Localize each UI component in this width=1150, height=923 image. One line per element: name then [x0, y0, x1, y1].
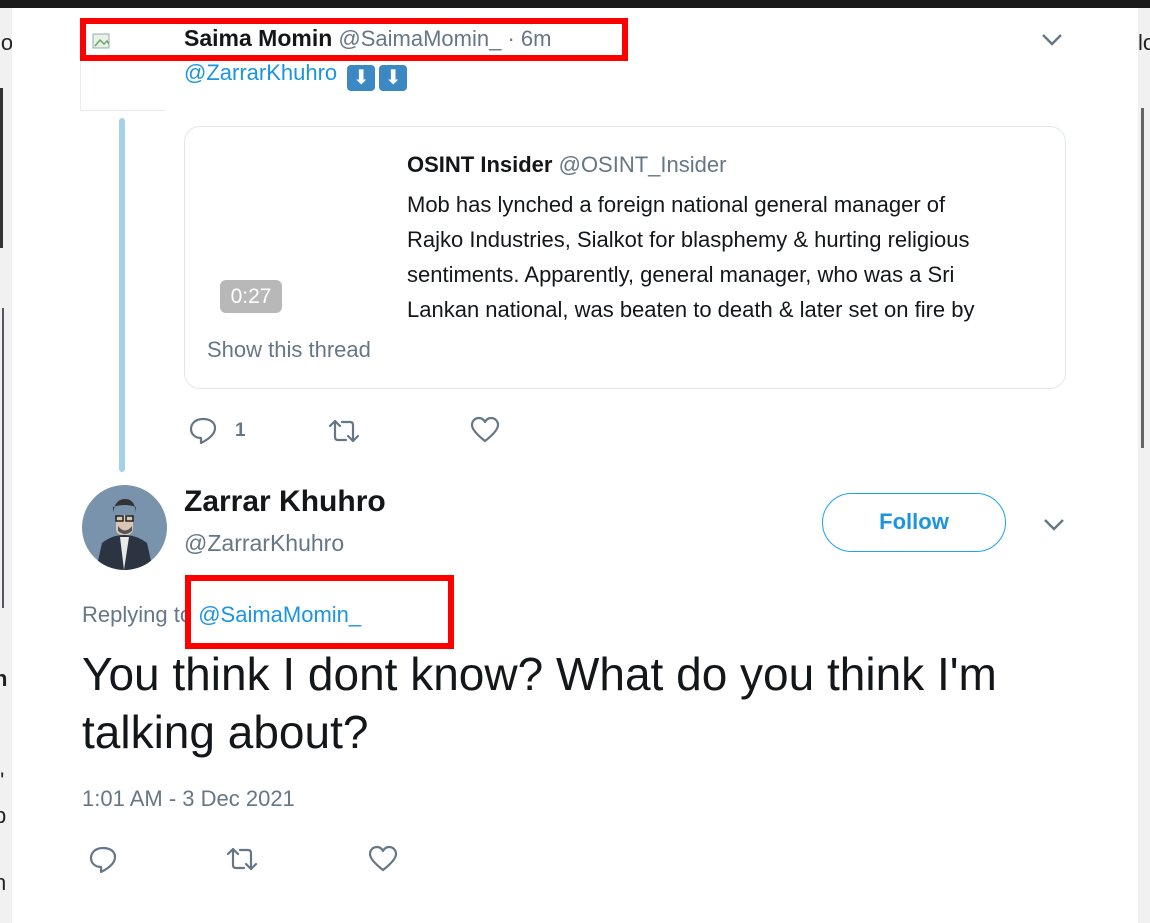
edge-fragment: h — [0, 666, 8, 691]
quoted-text-line: Lankan national, was beaten to death & l… — [407, 297, 975, 322]
edge-fragment: p — [0, 803, 7, 828]
main-text-line: talking about? — [82, 706, 369, 758]
thread-connector-line — [119, 118, 125, 472]
edge-sketch — [1141, 108, 1144, 448]
edge-fragment: lo — [1138, 30, 1150, 55]
reply-icon[interactable] — [188, 416, 218, 444]
edge-sketch — [2, 308, 4, 608]
reply-icon[interactable] — [88, 845, 118, 873]
quoted-text-line: sentiments. Apparently, general manager,… — [407, 262, 955, 287]
quoted-author-handle[interactable]: @OSINT_Insider — [559, 152, 727, 177]
reply-count: 1 — [235, 420, 246, 441]
quoted-text-line: Rajko Industries, Sialkot for blasphemy … — [407, 227, 970, 252]
quoted-text-line: Mob has lynched a foreign national gener… — [407, 192, 946, 217]
main-text-line: You think I dont know? What do you think… — [82, 648, 997, 700]
highlight-box — [80, 18, 628, 61]
replying-prefix: Replying to — [82, 602, 193, 627]
edge-fragment: h — [0, 870, 7, 895]
quoted-tweet-text: Mob has lynched a foreign national gener… — [407, 187, 1047, 327]
edge-fragment: t' — [0, 768, 5, 793]
top-tweet-text: @ZarrarKhuhro ⬇ ⬇ — [184, 60, 408, 91]
edge-sketch — [0, 88, 3, 248]
down-arrow-emoji: ⬇ — [379, 65, 408, 91]
tweet-timestamp[interactable]: 1:01 AM - 3 Dec 2021 — [82, 786, 295, 812]
follow-button[interactable]: Follow — [822, 493, 1006, 552]
chevron-down-icon[interactable] — [1042, 515, 1066, 535]
mention-link[interactable]: @ZarrarKhuhro — [184, 60, 337, 85]
retweet-icon[interactable] — [226, 845, 258, 873]
highlight-box — [185, 575, 454, 649]
heart-icon[interactable] — [368, 845, 398, 873]
down-arrow-emoji: ⬇ — [347, 65, 376, 91]
quoted-tweet-header: OSINT Insider @OSINT_Insider — [407, 152, 726, 178]
retweet-icon[interactable] — [328, 417, 360, 445]
left-background-page: lo h t' p t h — [0, 8, 12, 923]
avatar[interactable] — [82, 485, 167, 575]
main-author-name[interactable]: Zarrar Khuhro — [184, 485, 386, 519]
main-author-handle[interactable]: @ZarrarKhuhro — [184, 530, 344, 557]
heart-icon[interactable] — [470, 416, 500, 444]
edge-fragment: lo — [0, 30, 12, 55]
right-background-page: lo — [1138, 8, 1150, 923]
quoted-author-name[interactable]: OSINT Insider — [407, 152, 552, 177]
main-tweet-text: You think I dont know? What do you think… — [82, 645, 1122, 761]
show-thread-link[interactable]: Show this thread — [207, 337, 371, 363]
chevron-down-icon[interactable] — [1040, 30, 1064, 50]
video-duration-badge[interactable]: 0:27 — [220, 280, 282, 313]
top-edge-bar — [0, 0, 1150, 8]
